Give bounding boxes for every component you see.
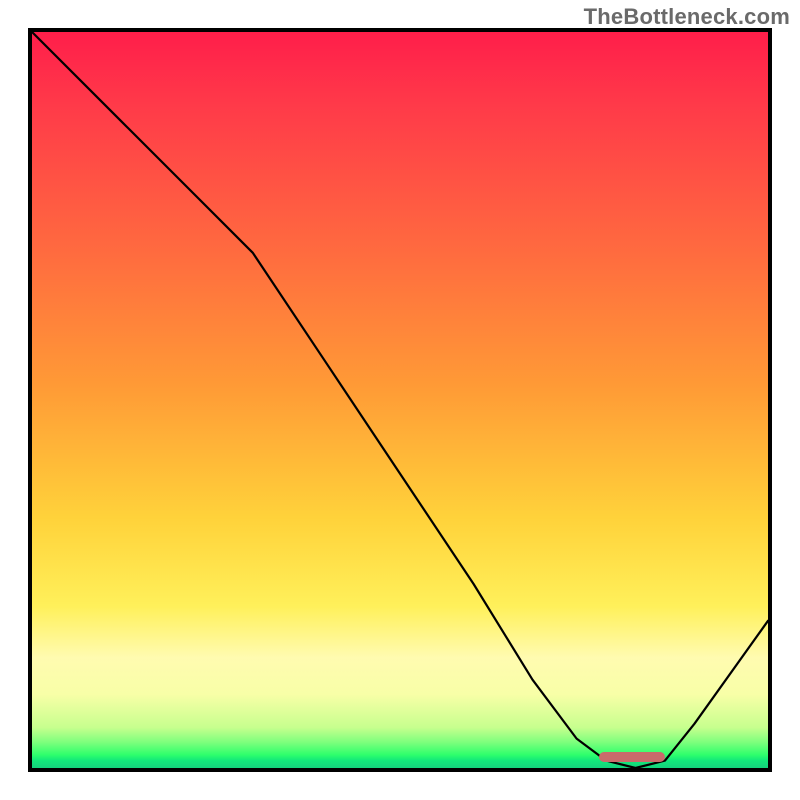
bottleneck-curve [32, 32, 768, 768]
chart-container: TheBottleneck.com [0, 0, 800, 800]
curve-svg [32, 32, 768, 768]
optimal-range-marker [599, 752, 665, 762]
watermark-text: TheBottleneck.com [584, 4, 790, 30]
plot-area [28, 28, 772, 772]
